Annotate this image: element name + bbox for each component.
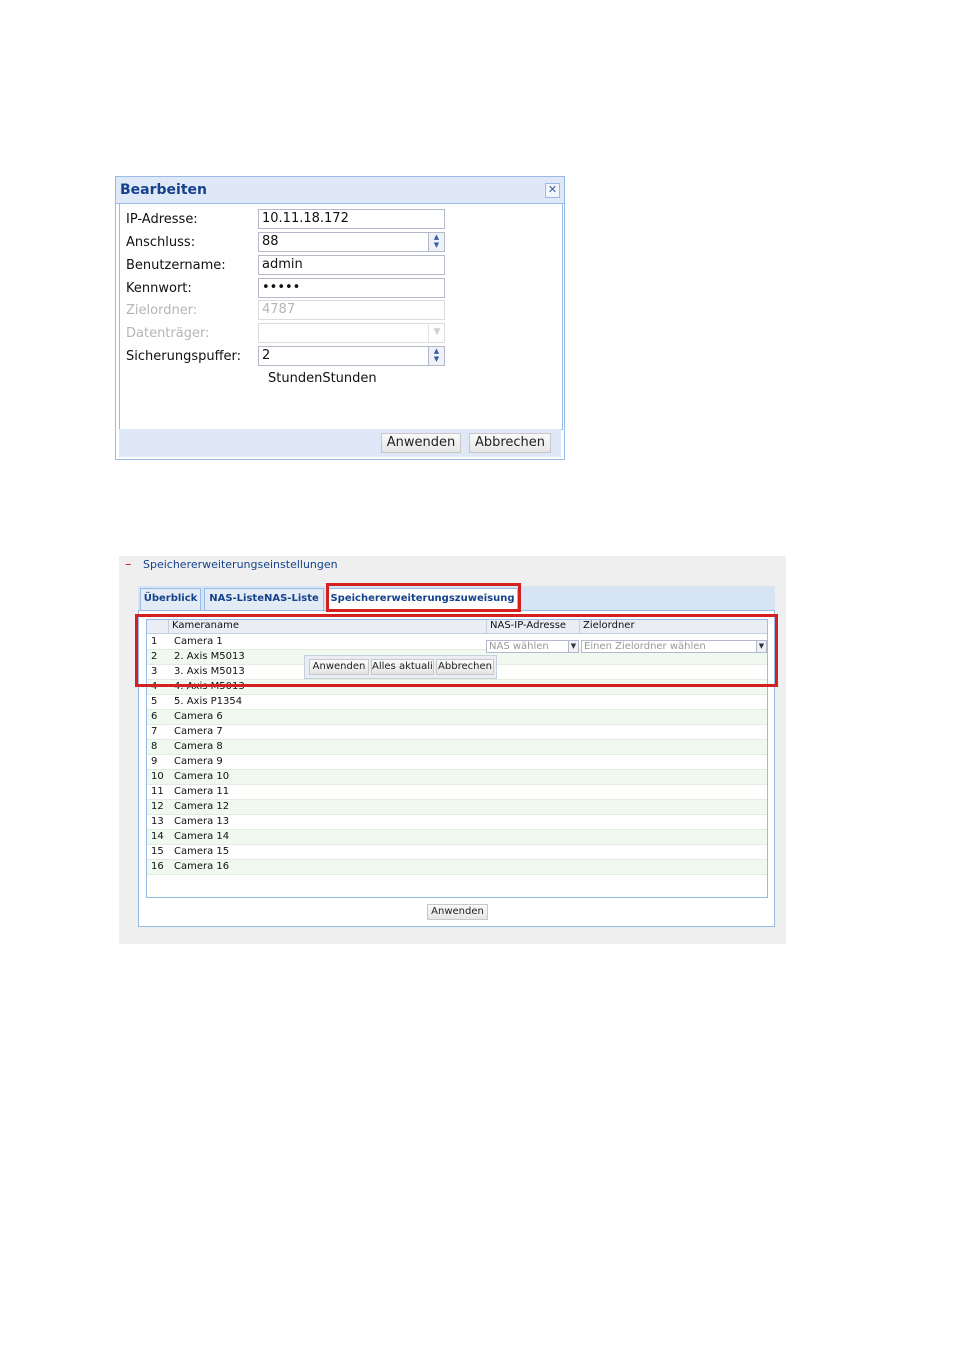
storage-expansion-panel: – Speichererweiterungseinstellungen Über…: [119, 556, 786, 944]
camera-name-cell: Camera 15: [174, 846, 230, 857]
cancel-button[interactable]: Abbrechen: [469, 433, 551, 453]
username-field[interactable]: admin: [258, 255, 445, 275]
camera-name-cell: Camera 8: [174, 741, 223, 752]
camera-name-cell: Camera 9: [174, 756, 223, 767]
apply-button[interactable]: Anwenden: [381, 433, 461, 453]
row-number: 16: [151, 861, 164, 872]
target-folder-field: 4787: [258, 300, 445, 320]
camera-name-cell: Camera 16: [174, 861, 230, 872]
table-row[interactable]: 15 Camera 15: [147, 845, 767, 860]
camera-name-cell: Camera 11: [174, 786, 230, 797]
username-label: Benutzername:: [126, 258, 226, 273]
row-number: 6: [151, 711, 158, 722]
target-folder-label: Zielordner:: [126, 303, 198, 318]
row-number: 14: [151, 831, 164, 842]
backup-buffer-field[interactable]: 2 ▲ ▼: [258, 346, 445, 366]
table-row[interactable]: 10 Camera 10: [147, 770, 767, 785]
table-row[interactable]: 12 Camera 12: [147, 800, 767, 815]
camera-name-cell: Camera 12: [174, 801, 230, 812]
tab-nas-list[interactable]: NAS-ListeNAS-Liste: [204, 588, 324, 610]
row-number: 5: [151, 696, 158, 707]
table-row[interactable]: 11 Camera 11: [147, 785, 767, 800]
table-row[interactable]: 5 5. Axis P1354: [147, 695, 767, 710]
edit-dialog: Bearbeiten ✕ IP-Adresse: 10.11.18.172 An…: [115, 176, 565, 460]
row-number: 12: [151, 801, 164, 812]
ip-address-label: IP-Adresse:: [126, 212, 198, 227]
camera-name-cell: Camera 13: [174, 816, 230, 827]
dialog-body: IP-Adresse: 10.11.18.172 Anschluss: 88 ▲…: [119, 204, 563, 430]
row-number: 13: [151, 816, 164, 827]
row-number: 8: [151, 741, 158, 752]
volume-combo: ▼: [258, 323, 445, 343]
row-number: 15: [151, 846, 164, 857]
panel-title: Speichererweiterungseinstellungen: [143, 558, 338, 571]
unit-text: StundenStunden: [268, 371, 377, 386]
password-label: Kennwort:: [126, 281, 192, 296]
camera-name-cell: Camera 6: [174, 711, 223, 722]
backup-buffer-label: Sicherungspuffer:: [126, 349, 242, 364]
apply-button[interactable]: Anwenden: [427, 904, 488, 920]
camera-name-cell: 5. Axis P1354: [174, 696, 243, 707]
collapse-icon[interactable]: –: [125, 557, 132, 572]
table-row[interactable]: 7 Camera 7: [147, 725, 767, 740]
dialog-header[interactable]: Bearbeiten ✕: [116, 177, 564, 204]
row-number: 9: [151, 756, 158, 767]
camera-name-cell: Camera 10: [174, 771, 230, 782]
close-icon[interactable]: ✕: [545, 183, 560, 198]
port-label: Anschluss:: [126, 235, 196, 250]
table-row[interactable]: 9 Camera 9: [147, 755, 767, 770]
row-number: 10: [151, 771, 164, 782]
password-field[interactable]: •••••: [258, 278, 445, 298]
row-number: 11: [151, 786, 164, 797]
ip-address-field[interactable]: 10.11.18.172: [258, 209, 445, 229]
dialog-footer: Anwenden Abbrechen: [119, 429, 561, 457]
port-field[interactable]: 88 ▲ ▼: [258, 232, 445, 252]
chevron-down-icon: ▼: [428, 323, 445, 343]
volume-label: Datenträger:: [126, 326, 210, 341]
camera-name-cell: Camera 14: [174, 831, 230, 842]
table-row[interactable]: 16 Camera 16: [147, 860, 767, 875]
backup-buffer-value: 2: [262, 348, 271, 363]
row-highlight-box: [135, 614, 778, 687]
tab-overview[interactable]: Überblick: [140, 588, 201, 610]
dialog-title: Bearbeiten: [120, 182, 207, 198]
spinner-icon[interactable]: ▲ ▼: [428, 346, 445, 366]
table-row[interactable]: 6 Camera 6: [147, 710, 767, 725]
row-number: 7: [151, 726, 158, 737]
table-row[interactable]: 14 Camera 14: [147, 830, 767, 845]
table-row[interactable]: 8 Camera 8: [147, 740, 767, 755]
table-row[interactable]: 13 Camera 13: [147, 815, 767, 830]
port-value: 88: [262, 234, 279, 249]
spinner-icon[interactable]: ▲ ▼: [428, 232, 445, 252]
camera-name-cell: Camera 7: [174, 726, 223, 737]
tab-highlight-box: [326, 583, 521, 612]
